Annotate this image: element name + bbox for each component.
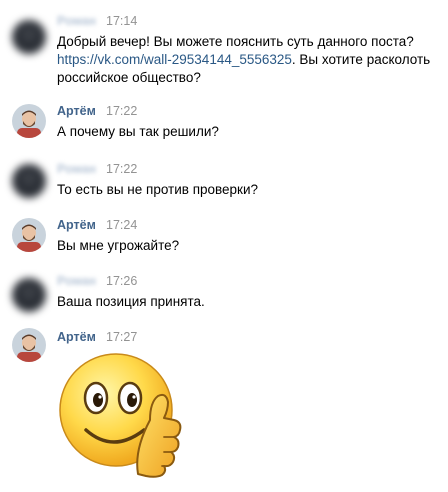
message-time: 17:14 xyxy=(106,14,138,28)
message-item: Артём 17:24 Вы мне угрожайте? xyxy=(0,218,448,258)
message-time: 17:26 xyxy=(106,274,138,288)
avatar[interactable] xyxy=(12,278,46,312)
author-name[interactable]: Роман xyxy=(57,14,96,28)
message-text: Ваша позиция принята. xyxy=(57,294,205,309)
message-time: 17:22 xyxy=(106,104,138,118)
message-time: 17:22 xyxy=(106,162,138,176)
message-item: Артём 17:22 А почему вы так решили? xyxy=(0,104,448,144)
avatar[interactable] xyxy=(12,164,46,198)
author-name[interactable]: Роман xyxy=(57,162,96,176)
message-time: 17:27 xyxy=(106,330,138,344)
message-text: А почему вы так решили? xyxy=(57,124,219,139)
message-text: То есть вы не против проверки? xyxy=(57,182,259,197)
message-item: Роман 17:26 Ваша позиция принята. xyxy=(0,274,448,314)
author-name[interactable]: Роман xyxy=(57,274,96,288)
author-name[interactable]: Артём xyxy=(57,104,96,118)
avatar[interactable] xyxy=(12,104,46,138)
message-time: 17:24 xyxy=(106,218,138,232)
thumbs-up-smiley-sticker[interactable] xyxy=(58,350,182,482)
avatar[interactable] xyxy=(12,20,46,54)
message-item: Артём 17:27 xyxy=(0,328,448,362)
post-link[interactable]: https://vk.com/wall-29534144_5556325 xyxy=(57,52,292,67)
message-item: Роман 17:14 Добрый вечер! Вы можете пояс… xyxy=(0,14,448,85)
author-name[interactable]: Артём xyxy=(57,330,96,344)
avatar[interactable] xyxy=(12,328,46,362)
author-name[interactable]: Артём xyxy=(57,218,96,232)
avatar[interactable] xyxy=(12,218,46,252)
message-text: Вы мне угрожайте? xyxy=(57,238,180,253)
message-item: Роман 17:22 То есть вы не против проверк… xyxy=(0,162,448,202)
message-text: Добрый вечер! Вы можете пояснить суть да… xyxy=(57,34,431,85)
